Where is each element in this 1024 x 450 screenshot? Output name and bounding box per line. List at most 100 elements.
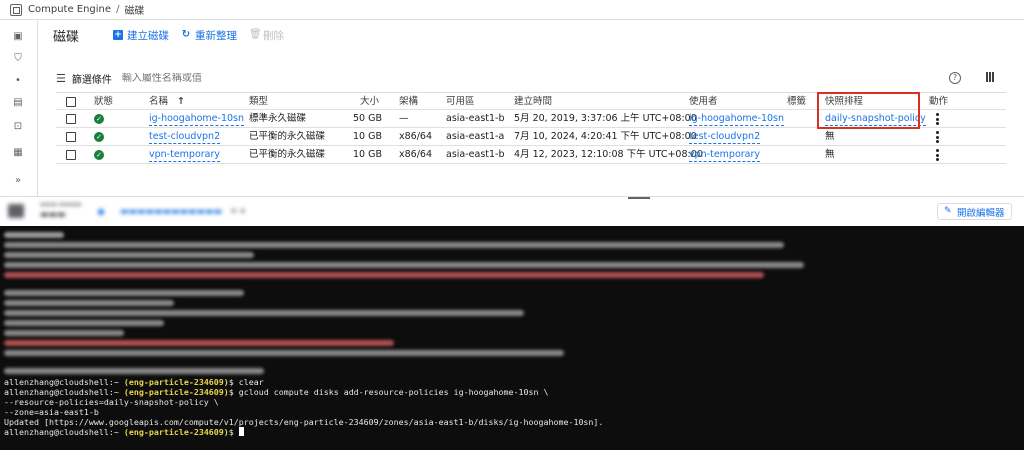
panel-divider — [0, 196, 1024, 197]
compute-engine-chip-icon — [10, 3, 22, 16]
page-title: 磁碟 — [53, 29, 80, 45]
breadcrumb-page: 磁碟 — [124, 6, 145, 17]
report-icon[interactable]: ▦ — [12, 147, 24, 159]
table-row: ✓ vpn-temporary 已平衡的永久磁碟 10 GB x86/64 as… — [56, 146, 1006, 164]
prompt-user: allenzhang@cloudshell:~ — [4, 427, 119, 437]
disk-name-link[interactable]: ig-hoogahome-10sn — [149, 113, 245, 126]
top-breadcrumb-bar: Compute Engine / 磁碟 — [0, 0, 1024, 20]
dot-icon[interactable]: • — [12, 75, 24, 87]
select-all-checkbox[interactable] — [66, 97, 76, 107]
row-checkbox[interactable] — [66, 114, 76, 124]
filter-label: 篩選條件 — [71, 74, 112, 86]
disk-created: 7月 10, 2024, 4:20:41 下午 UTC+08:00 — [514, 131, 697, 142]
disk-arch: x86/64 — [399, 131, 432, 142]
add-box-icon: + — [113, 30, 123, 40]
disk-arch: x86/64 — [399, 149, 432, 160]
breadcrumb-product[interactable]: Compute Engine — [28, 4, 111, 15]
disk-name-link[interactable]: test-cloudvpn2 — [149, 131, 221, 144]
disk-size: 10 GB — [353, 149, 382, 160]
delete-button[interactable]: 🗑 刪除 — [249, 28, 284, 43]
disk-zone: asia-east1-b — [446, 149, 505, 160]
row-actions-menu-icon[interactable] — [936, 149, 939, 161]
filter-list-icon[interactable]: ☰ — [56, 72, 66, 85]
disk-zone: asia-east1-b — [446, 113, 505, 124]
terminal-line: --resource-policies=daily-snapshot-polic… — [4, 397, 219, 407]
page-header: 磁碟 + 建立磁碟 ↻ 重新整理 🗑 刪除 — [38, 21, 1024, 49]
column-header-in-use-by: 使用者 — [689, 96, 718, 107]
breadcrumb-separator: / — [116, 4, 120, 15]
terminal-line: allenzhang@cloudshell:~ (eng-particle-23… — [4, 387, 549, 397]
row-checkbox[interactable] — [66, 150, 76, 160]
help-icon[interactable]: ? — [949, 72, 961, 84]
column-header-name[interactable]: 名稱 ↑ — [149, 93, 185, 111]
row-actions-menu-icon[interactable] — [936, 131, 939, 143]
terminal-line: --zone=asia-east1-b — [4, 407, 99, 417]
pencil-icon: ✎ — [944, 206, 952, 216]
sort-ascending-icon[interactable]: ↑ — [177, 96, 185, 107]
row-actions-menu-icon[interactable] — [936, 113, 939, 125]
terminal-line: allenzhang@cloudshell:~ (eng-particle-23… — [4, 427, 244, 437]
prompt-user: allenzhang@cloudshell:~ — [4, 387, 119, 397]
vm-instances-icon[interactable]: ▣ — [12, 31, 24, 43]
disk-created: 5月 20, 2019, 3:37:06 上午 UTC+08:00 — [514, 113, 697, 124]
cart-icon[interactable]: ⊡ — [12, 121, 24, 133]
status-ok-icon: ✓ — [94, 114, 104, 124]
filter-bar: ☰ 篩選條件 ? — [56, 68, 1006, 88]
open-editor-button[interactable]: ✎ 開啟編輯器 — [937, 203, 1012, 220]
create-disk-label: 建立磁碟 — [127, 29, 169, 42]
terminal-command: clear — [238, 377, 264, 387]
in-use-by-link[interactable]: ig-hoogahome-10sn — [689, 113, 785, 126]
column-header-zone: 可用區 — [446, 96, 475, 107]
column-display-icon[interactable] — [986, 72, 996, 83]
column-header-name-label: 名稱 — [149, 96, 169, 107]
shell-caption-redacted: ▬▬▬ ▬▬▬▬ — [40, 201, 82, 208]
row-checkbox[interactable] — [66, 132, 76, 142]
shell-tab-redacted[interactable]: ▬▬▬▬▬▬▬▬▬▬▬▬ — [120, 207, 222, 217]
disk-size: 10 GB — [353, 131, 382, 142]
terminal-command: gcloud compute disks add-resource-polici… — [238, 387, 549, 397]
terminal-cursor — [238, 427, 244, 436]
document-icon[interactable]: ▤ — [12, 97, 24, 109]
snapshot-schedule-highlight-box — [817, 92, 920, 129]
refresh-label: 重新整理 — [195, 29, 237, 42]
in-use-by-link[interactable]: test-cloudvpn2 — [689, 131, 761, 144]
column-header-arch: 架構 — [399, 96, 419, 107]
snapshot-schedule-value: 無 — [825, 131, 835, 142]
create-disk-button[interactable]: + 建立磁碟 — [113, 28, 169, 43]
column-header-created: 建立時間 — [514, 96, 553, 107]
filter-input[interactable] — [121, 72, 422, 84]
terminal[interactable]: allenzhang@cloudshell:~ (eng-particle-23… — [0, 226, 1024, 450]
shield-icon[interactable]: ⛉ — [12, 53, 24, 65]
in-use-by-link[interactable]: vpn-temporary — [689, 149, 761, 162]
expand-rail-icon[interactable]: » — [12, 175, 24, 187]
prompt-project: (eng-particle-234609) — [123, 387, 229, 397]
snapshot-schedule-value: 無 — [825, 149, 835, 160]
prompt-user: allenzhang@cloudshell:~ — [4, 377, 119, 387]
status-ok-icon: ✓ — [94, 150, 104, 160]
disk-arch: — — [399, 113, 409, 124]
refresh-icon: ↻ — [181, 29, 191, 40]
column-header-type: 類型 — [249, 96, 269, 107]
table-row: ✓ test-cloudvpn2 已平衡的永久磁碟 10 GB x86/64 a… — [56, 128, 1006, 146]
cloud-shell-header: ▬▬▬ ▬▬▬▬ ▬▬▬ ▬▬▬▬▬▬▬▬▬▬▬▬ ✕ ▾ ✎ 開啟編輯器 — [0, 199, 1024, 226]
trash-icon: 🗑 — [249, 29, 262, 40]
refresh-button[interactable]: ↻ 重新整理 — [181, 28, 237, 43]
disk-type: 已平衡的永久磁碟 — [249, 131, 326, 142]
disk-zone: asia-east1-a — [446, 131, 505, 142]
prompt-project: (eng-particle-234609) — [123, 427, 229, 437]
column-header-actions: 動作 — [929, 96, 949, 107]
close-tab-icon[interactable]: ✕ ▾ — [230, 207, 245, 217]
disk-type: 標準永久磁碟 — [249, 113, 307, 124]
column-header-size: 大小 — [360, 96, 380, 107]
status-ok-icon: ✓ — [94, 132, 104, 142]
terminal-logo-icon — [8, 204, 24, 218]
open-editor-label: 開啟編輯器 — [957, 207, 1005, 219]
column-header-status: 狀態 — [94, 96, 114, 107]
disk-size: 50 GB — [353, 113, 382, 124]
prompt-project: (eng-particle-234609) — [123, 377, 229, 387]
terminal-line: Updated [https://www.googleapis.com/comp… — [4, 417, 604, 427]
disk-name-link[interactable]: vpn-temporary — [149, 149, 221, 162]
shell-title-redacted: ▬▬▬ — [40, 210, 66, 220]
delete-label: 刪除 — [263, 29, 284, 42]
left-nav-rail: ▣ ⛉ • ▤ ⊡ ▦ » — [0, 21, 38, 196]
